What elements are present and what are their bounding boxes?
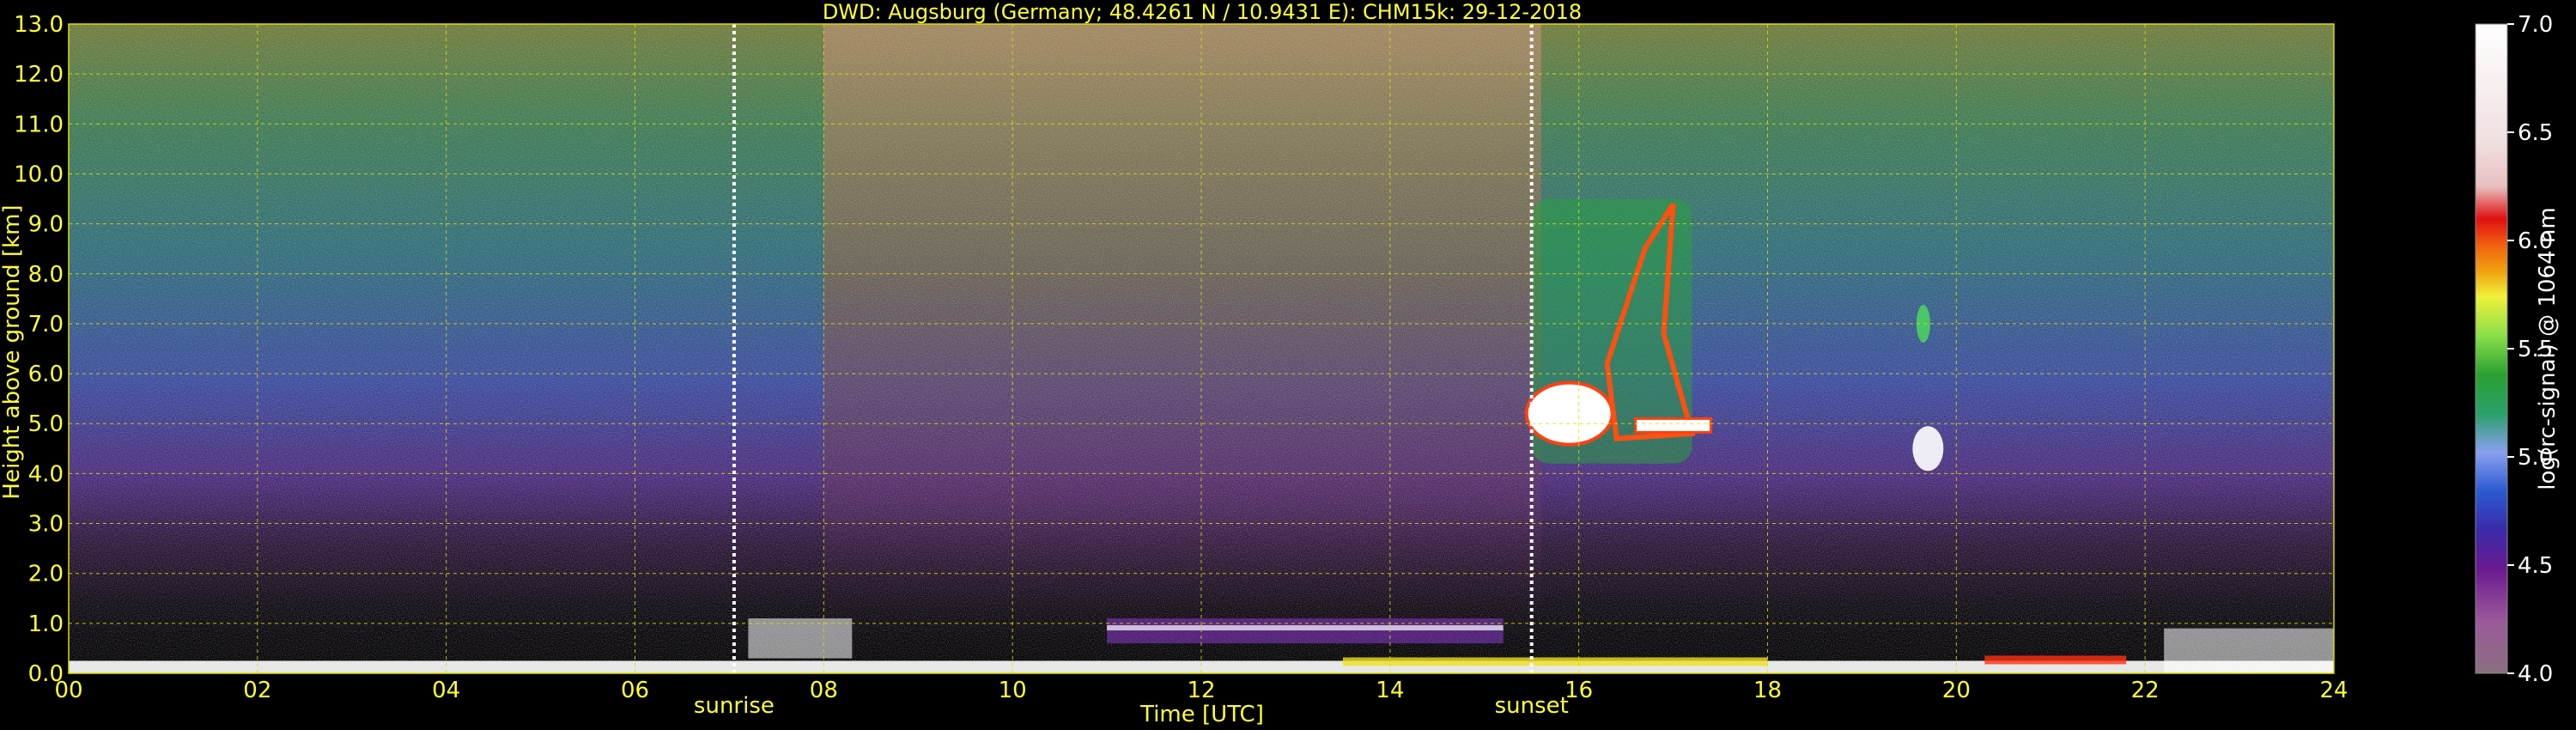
- y-tick-label: 13.0: [14, 12, 64, 38]
- feature-mark: [1107, 625, 1504, 631]
- colorbar-label: log(rc-signal) @ 1064 nm: [2535, 207, 2561, 490]
- feature-mark: [748, 618, 853, 659]
- feature-mark: [2164, 628, 2334, 673]
- y-tick-label: 3.0: [28, 512, 64, 538]
- ceilometer-figure: 00 02 04 06 08 10 12 14 16 18 20 22 24 0.01.02.03.04…: [0, 0, 2561, 727]
- chart-title: DWD: Augsburg (Germany; 48.4261 N / 10.9…: [823, 0, 1582, 24]
- colorbar-tick-label: 7.0: [2518, 12, 2553, 38]
- x-tick-label: 22: [2131, 678, 2160, 703]
- x-tick-label: 18: [1753, 678, 1782, 703]
- y-tick-label: 11.0: [14, 112, 64, 137]
- feature-mark: [1107, 618, 1504, 644]
- x-tick-label: 08: [810, 678, 838, 703]
- x-tick-label: 02: [243, 678, 271, 703]
- colorbar: 4.04.55.05.56.06.57.0 log(rc-signal) @ 1…: [2475, 12, 2561, 687]
- x-tick-label: 14: [1376, 678, 1404, 703]
- feature-mark: [1634, 417, 1713, 434]
- x-tick-label: 20: [1942, 678, 1971, 703]
- feature-boundary-layer-top: [748, 618, 853, 659]
- feature-mark: [1524, 380, 1614, 447]
- colorbar-tick-label: 4.0: [2518, 661, 2553, 687]
- y-tick-label: 10.0: [14, 161, 64, 187]
- y-tick-label: 8.0: [28, 262, 64, 288]
- y-tick-label: 12.0: [14, 62, 64, 88]
- feature-mark: [1342, 657, 1768, 666]
- x-tick-label: 16: [1564, 678, 1593, 703]
- y-tick-label: 5.0: [28, 411, 64, 437]
- x-tick-label: 10: [999, 678, 1027, 703]
- x-tick-label: 12: [1187, 678, 1215, 703]
- y-tick-label: 6.0: [28, 362, 64, 387]
- y-tick-label: 2.0: [28, 562, 64, 587]
- y-tick-label: 4.0: [28, 461, 64, 487]
- y-tick-label: 7.0: [28, 312, 64, 338]
- x-axis-label: Time [UTC]: [1139, 702, 1264, 727]
- feature-low-cloud-layer: [1107, 618, 1504, 644]
- colorbar-tick-label: 6.5: [2518, 120, 2553, 146]
- x-tick-labels: 00 02 04 06 08 10 12 14 16 18 20 22 24: [54, 678, 2348, 703]
- feature-mark: [1984, 655, 2127, 665]
- y-tick-label: 0.0: [28, 661, 64, 687]
- marker-label-sunset: sunset: [1495, 693, 1569, 719]
- x-tick-label: 06: [621, 678, 649, 703]
- colorbar-gradient: [2475, 23, 2508, 674]
- x-tick-label: 04: [432, 678, 460, 703]
- y-tick-label: 9.0: [28, 212, 64, 238]
- backscatter-plot: [68, 23, 2335, 674]
- y-tick-label: 1.0: [28, 611, 64, 637]
- feature-aerosol-plume: [2164, 628, 2334, 673]
- colorbar-tick-label: 4.5: [2518, 553, 2553, 579]
- marker-label-sunrise: sunrise: [694, 693, 775, 719]
- x-tick-label: 24: [2319, 678, 2348, 703]
- y-axis-label: Height above ground [km]: [0, 204, 25, 499]
- feature-mark: [1912, 426, 1944, 471]
